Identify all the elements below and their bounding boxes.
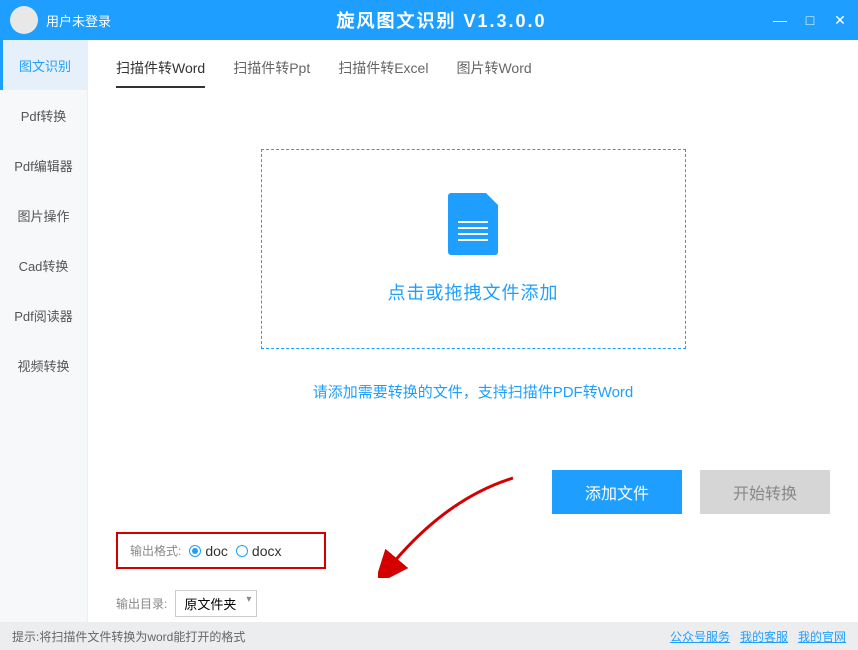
link-support[interactable]: 我的客服 — [740, 628, 788, 645]
drop-zone-text: 点击或拖拽文件添加 — [388, 279, 559, 305]
output-dir-row: 输出目录: 原文件夹 — [116, 590, 257, 617]
tab-scan-to-word[interactable]: 扫描件转Word — [116, 58, 205, 88]
sidebar: 图文识别 Pdf转换 Pdf编辑器 图片操作 Cad转换 Pdf阅读器 视频转换 — [0, 40, 88, 622]
tab-image-to-word[interactable]: 图片转Word — [456, 58, 531, 88]
sidebar-item-pdf-reader[interactable]: Pdf阅读器 — [0, 290, 87, 340]
sidebar-item-video-convert[interactable]: 视频转换 — [0, 340, 87, 390]
radio-doc-indicator — [189, 545, 201, 557]
output-format-group: 输出格式: doc docx — [116, 532, 326, 569]
close-button[interactable]: ✕ — [832, 12, 848, 29]
status-bar: 提示:将扫描件文件转换为word能打开的格式 公众号服务 我的客服 我的官网 — [0, 622, 858, 650]
hint-text: 请添加需要转换的文件，支持扫描件PDF转Word — [116, 381, 830, 402]
file-drop-zone[interactable]: 点击或拖拽文件添加 — [261, 149, 686, 349]
status-tip: 提示:将扫描件文件转换为word能打开的格式 — [12, 628, 245, 645]
user-avatar[interactable] — [10, 6, 38, 34]
document-icon — [448, 193, 498, 255]
sidebar-item-image-ops[interactable]: 图片操作 — [0, 190, 87, 240]
sidebar-item-ocr[interactable]: 图文识别 — [0, 40, 87, 90]
output-format-label: 输出格式: — [130, 542, 181, 559]
output-dir-label: 输出目录: — [116, 595, 167, 612]
sidebar-item-pdf-convert[interactable]: Pdf转换 — [0, 90, 87, 140]
main-panel: 扫描件转Word 扫描件转Ppt 扫描件转Excel 图片转Word 点击或拖拽… — [88, 40, 858, 622]
sidebar-item-pdf-editor[interactable]: Pdf编辑器 — [0, 140, 87, 190]
start-convert-button[interactable]: 开始转换 — [700, 470, 830, 514]
sidebar-item-cad-convert[interactable]: Cad转换 — [0, 240, 87, 290]
maximize-button[interactable]: □ — [802, 12, 818, 29]
app-title: 旋风图文识别 V1.3.0.0 — [111, 7, 772, 33]
radio-docx-indicator — [236, 545, 248, 557]
tab-scan-to-ppt[interactable]: 扫描件转Ppt — [233, 58, 310, 88]
status-links: 公众号服务 我的客服 我的官网 — [670, 628, 846, 645]
tab-bar: 扫描件转Word 扫描件转Ppt 扫描件转Excel 图片转Word — [116, 58, 830, 89]
annotation-arrow — [378, 468, 528, 578]
link-website[interactable]: 我的官网 — [798, 628, 846, 645]
action-buttons: 添加文件 开始转换 — [552, 470, 830, 514]
titlebar: 用户未登录 旋风图文识别 V1.3.0.0 — □ ✕ — [0, 0, 858, 40]
radio-doc[interactable]: doc — [189, 543, 228, 559]
output-dir-select[interactable]: 原文件夹 — [175, 590, 257, 617]
user-status[interactable]: 用户未登录 — [46, 11, 111, 30]
minimize-button[interactable]: — — [772, 12, 788, 29]
window-controls: — □ ✕ — [772, 12, 848, 29]
link-wechat[interactable]: 公众号服务 — [670, 628, 730, 645]
tab-scan-to-excel[interactable]: 扫描件转Excel — [338, 58, 428, 88]
add-file-button[interactable]: 添加文件 — [552, 470, 682, 514]
radio-docx[interactable]: docx — [236, 543, 282, 559]
